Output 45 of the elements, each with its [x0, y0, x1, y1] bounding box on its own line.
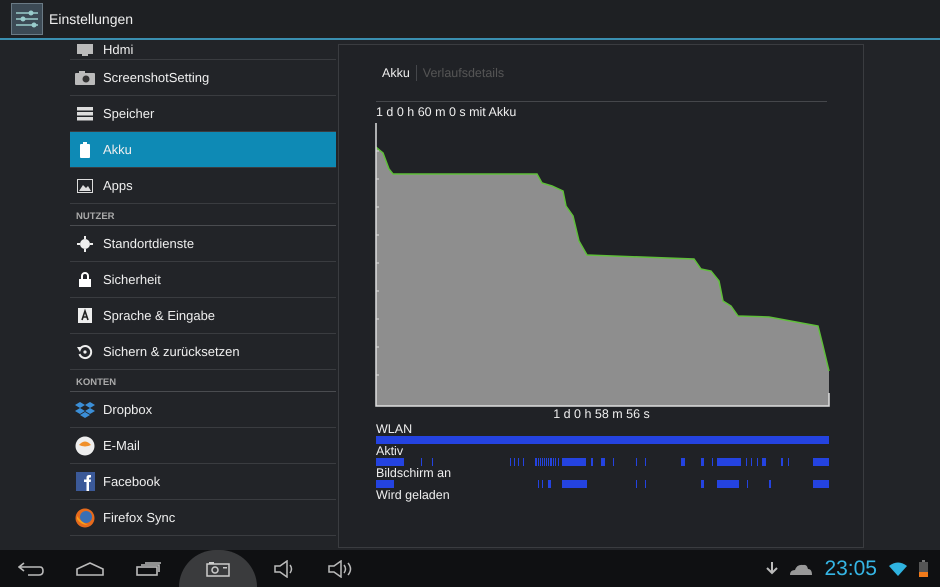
settings-item[interactable]: Apps — [70, 168, 336, 204]
globe-icon — [75, 508, 95, 528]
settings-item[interactable]: Dropbox — [70, 392, 336, 428]
section-header: KONTEN — [70, 370, 336, 392]
settings-sliders-icon[interactable] — [11, 3, 43, 35]
keyboard-letter-icon — [78, 308, 92, 323]
download-icon — [766, 562, 778, 576]
recent-apps-icon[interactable] — [136, 562, 162, 576]
cloud-icon — [790, 562, 812, 574]
timeline-label: Wird geladen — [376, 488, 450, 502]
clock-time: 23:05 — [824, 556, 877, 580]
volume-up-icon[interactable] — [328, 560, 354, 578]
camera-icon — [206, 560, 230, 576]
facebook-icon — [76, 472, 94, 491]
timeline-label: Bildschirm an — [376, 466, 452, 480]
home-icon[interactable] — [76, 562, 104, 576]
tab[interactable]: Akku — [382, 66, 410, 80]
storage-icon — [77, 106, 93, 120]
restore-icon — [77, 344, 93, 360]
lock-icon — [79, 272, 91, 287]
battery-level-icon — [919, 560, 928, 577]
timeline-label: WLAN — [376, 422, 412, 436]
app-title: Einstellungen — [49, 11, 134, 27]
chart-caption: 1 d 0 h 60 m 0 s mit Akku — [376, 105, 518, 121]
wifi-icon — [889, 562, 907, 576]
monitor-icon — [76, 42, 94, 56]
battery-icon — [80, 142, 90, 158]
location-target-icon — [77, 236, 93, 252]
picture-icon — [77, 178, 93, 192]
timeline-label: Aktiv — [376, 444, 404, 458]
duration-label: 1 d 0 h 58 m 56 s — [552, 407, 651, 422]
section-header: NUTZER — [70, 204, 336, 226]
settings-item[interactable]: Facebook — [70, 464, 336, 500]
open-box-icon — [75, 400, 95, 418]
camera-icon — [75, 70, 95, 84]
settings-item[interactable]: E-Mail — [70, 428, 336, 464]
settings-item[interactable]: Hdmi — [70, 40, 336, 60]
mail-icon — [75, 436, 95, 456]
back-icon[interactable] — [18, 560, 44, 576]
settings-item[interactable]: Sichern & zurücksetzen — [70, 334, 336, 370]
settings-item[interactable]: Firefox Sync — [70, 500, 336, 536]
settings-item[interactable]: Sicherheit — [70, 262, 336, 298]
settings-item[interactable]: ScreenshotSetting — [70, 60, 336, 96]
settings-item[interactable]: Standortdienste — [70, 226, 336, 262]
settings-item[interactable]: Sprache & Eingabe — [70, 298, 336, 334]
